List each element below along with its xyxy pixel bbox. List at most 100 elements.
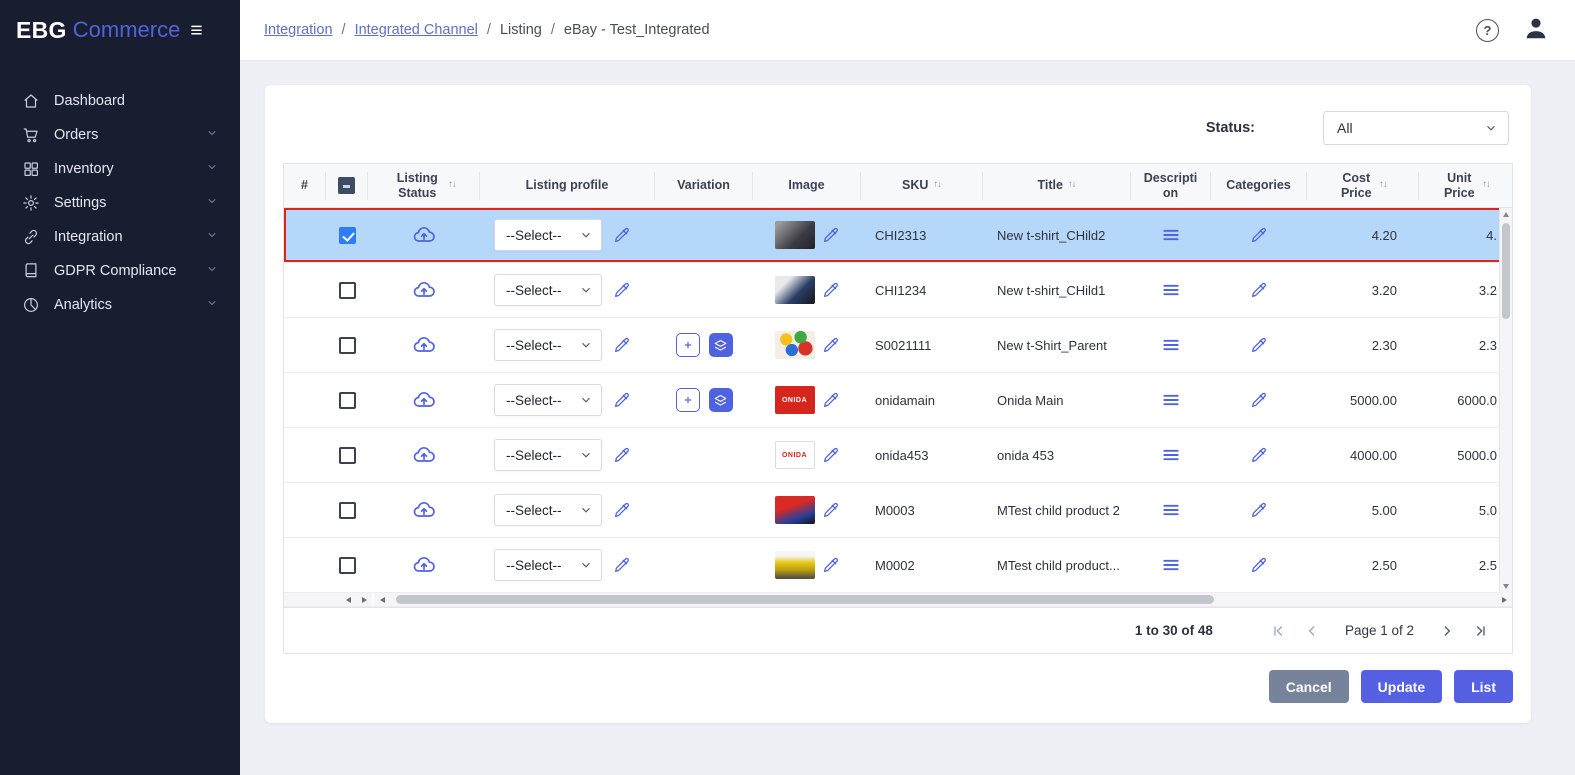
add-variation-icon[interactable]: [676, 388, 700, 412]
edit-image-icon[interactable]: [822, 501, 840, 519]
scroll-left-icon[interactable]: [374, 597, 390, 603]
horizontal-scrollbar[interactable]: [284, 593, 1512, 607]
edit-profile-icon[interactable]: [613, 446, 631, 464]
select-all-checkbox[interactable]: [338, 177, 355, 194]
description-icon[interactable]: [1161, 445, 1181, 465]
listing-status-upload-icon[interactable]: [412, 278, 436, 302]
horizontal-scroll-thumb[interactable]: [396, 595, 1214, 604]
listing-profile-select[interactable]: --Select--: [494, 439, 602, 471]
update-button[interactable]: Update: [1361, 670, 1442, 703]
variation-layers-icon[interactable]: [709, 333, 733, 357]
listing-status-upload-icon[interactable]: [412, 333, 436, 357]
row-checkbox[interactable]: [339, 282, 356, 299]
vertical-scroll-thumb[interactable]: [1502, 223, 1510, 319]
edit-profile-icon[interactable]: [613, 391, 631, 409]
col-cost-price[interactable]: Cost Price↑↓: [1307, 172, 1419, 200]
edit-profile-icon[interactable]: [613, 336, 631, 354]
edit-image-icon[interactable]: [822, 336, 840, 354]
main-pane-scrollbar[interactable]: [374, 593, 1512, 606]
sort-icon[interactable]: ↑↓: [933, 180, 941, 191]
scroll-up-icon[interactable]: [1500, 208, 1512, 221]
sidebar-item-integration[interactable]: Integration: [0, 220, 240, 254]
sidebar-item-analytics[interactable]: Analytics: [0, 288, 240, 322]
listing-profile-select[interactable]: --Select--: [494, 494, 602, 526]
first-page-icon[interactable]: [1270, 623, 1286, 639]
last-page-icon[interactable]: [1473, 623, 1489, 639]
row-checkbox[interactable]: [339, 337, 356, 354]
sidebar-item-gdpr-compliance[interactable]: GDPR Compliance: [0, 254, 240, 288]
edit-categories-icon[interactable]: [1250, 501, 1268, 519]
table-row[interactable]: --Select-- S0021111 New: [284, 318, 1512, 373]
edit-categories-icon[interactable]: [1250, 226, 1268, 244]
breadcrumb-integration[interactable]: Integration: [264, 22, 333, 38]
listing-profile-select[interactable]: --Select--: [494, 329, 602, 361]
sort-icon[interactable]: ↑↓: [1482, 180, 1490, 191]
hamburger-menu-icon[interactable]: ≡: [190, 20, 202, 41]
help-icon[interactable]: ?: [1476, 19, 1499, 42]
listing-status-upload-icon[interactable]: [412, 498, 436, 522]
row-checkbox[interactable]: [339, 557, 356, 574]
edit-categories-icon[interactable]: [1250, 336, 1268, 354]
vertical-scrollbar[interactable]: [1499, 208, 1512, 593]
edit-categories-icon[interactable]: [1250, 281, 1268, 299]
description-icon[interactable]: [1161, 280, 1181, 300]
user-avatar[interactable]: [1523, 15, 1549, 46]
listing-profile-select[interactable]: --Select--: [494, 274, 602, 306]
edit-profile-icon[interactable]: [613, 226, 631, 244]
listing-status-upload-icon[interactable]: [412, 553, 436, 577]
sort-icon[interactable]: ↑↓: [1068, 180, 1076, 191]
breadcrumb-integrated-channel[interactable]: Integrated Channel: [355, 22, 478, 38]
row-checkbox[interactable]: [339, 447, 356, 464]
edit-image-icon[interactable]: [822, 556, 840, 574]
listing-profile-select[interactable]: --Select--: [494, 384, 602, 416]
edit-categories-icon[interactable]: [1250, 391, 1268, 409]
sidebar-item-dashboard[interactable]: Dashboard: [0, 84, 240, 118]
description-icon[interactable]: [1161, 555, 1181, 575]
table-row[interactable]: --Select-- M0002 MTest child product... …: [284, 538, 1512, 593]
description-icon[interactable]: [1161, 500, 1181, 520]
scroll-left-icon[interactable]: [340, 593, 356, 606]
scroll-down-icon[interactable]: [1500, 580, 1512, 593]
status-select[interactable]: All: [1323, 111, 1509, 145]
edit-image-icon[interactable]: [822, 391, 840, 409]
table-row[interactable]: --Select-- M0003 MTest child product 2 5…: [284, 483, 1512, 538]
description-icon[interactable]: [1161, 335, 1181, 355]
cancel-button[interactable]: Cancel: [1269, 670, 1349, 703]
sidebar-item-orders[interactable]: Orders: [0, 118, 240, 152]
sort-icon[interactable]: ↑↓: [448, 180, 456, 191]
row-checkbox[interactable]: [339, 227, 356, 244]
listing-profile-select[interactable]: --Select--: [494, 219, 602, 251]
add-variation-icon[interactable]: [676, 333, 700, 357]
sidebar-item-inventory[interactable]: Inventory: [0, 152, 240, 186]
description-icon[interactable]: [1161, 225, 1181, 245]
horizontal-scroll-track[interactable]: [390, 593, 1496, 606]
edit-image-icon[interactable]: [822, 226, 840, 244]
row-checkbox[interactable]: [339, 392, 356, 409]
table-row[interactable]: --Select-- CHI2313 New t-shirt_CHild2 4.…: [284, 208, 1512, 263]
variation-layers-icon[interactable]: [709, 388, 733, 412]
col-unit-price[interactable]: Unit Price↑↓: [1419, 172, 1512, 200]
edit-categories-icon[interactable]: [1250, 446, 1268, 464]
frozen-pane-scrollbar[interactable]: [284, 593, 374, 606]
list-button[interactable]: List: [1454, 670, 1513, 703]
col-title[interactable]: Title↑↓: [983, 172, 1131, 200]
prev-page-icon[interactable]: [1304, 623, 1320, 639]
next-page-icon[interactable]: [1439, 623, 1455, 639]
sort-icon[interactable]: ↑↓: [1379, 180, 1387, 191]
description-icon[interactable]: [1161, 390, 1181, 410]
edit-profile-icon[interactable]: [613, 556, 631, 574]
row-checkbox[interactable]: [339, 502, 356, 519]
edit-profile-icon[interactable]: [613, 501, 631, 519]
sidebar-item-settings[interactable]: Settings: [0, 186, 240, 220]
scroll-right-icon[interactable]: [356, 593, 372, 606]
table-row[interactable]: --Select-- CHI1234 New t-shirt_CHild1 3.…: [284, 263, 1512, 318]
vertical-scroll-track[interactable]: [1500, 221, 1512, 580]
edit-categories-icon[interactable]: [1250, 556, 1268, 574]
table-row[interactable]: --Select-- ONIDA onida453 onida 453 4000…: [284, 428, 1512, 483]
table-row[interactable]: --Select-- ONIDA onidamain: [284, 373, 1512, 428]
scroll-right-icon[interactable]: [1496, 597, 1512, 603]
listing-status-upload-icon[interactable]: [412, 443, 436, 467]
edit-profile-icon[interactable]: [613, 281, 631, 299]
edit-image-icon[interactable]: [822, 281, 840, 299]
col-listing-status[interactable]: Listing Status↑↓: [368, 172, 480, 200]
